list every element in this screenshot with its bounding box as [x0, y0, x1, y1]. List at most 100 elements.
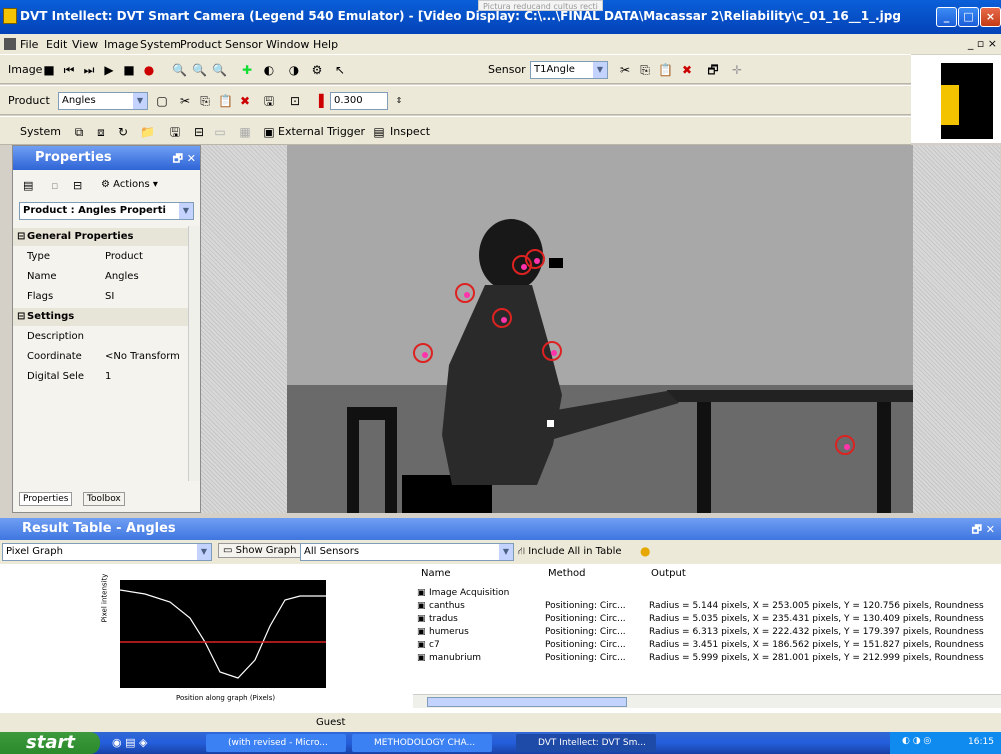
- task-methodology[interactable]: METHODOLOGY CHA...: [352, 734, 492, 752]
- menu-view[interactable]: View: [72, 38, 98, 51]
- mdi-controls[interactable]: _ ▫ ×: [968, 37, 997, 50]
- save-icon[interactable]: 🖫: [168, 125, 182, 139]
- pointer-icon[interactable]: ↖: [333, 63, 347, 77]
- actions-menu[interactable]: ⚙ Actions ▾: [101, 179, 158, 190]
- system-tool-icon[interactable]: ⧉: [72, 125, 86, 139]
- window-titlebar[interactable]: DVT Intellect: DVT Smart Camera (Legend …: [0, 0, 1001, 34]
- property-object-select[interactable]: Product : Angles Properti ▼: [19, 202, 194, 220]
- first-frame-icon[interactable]: ⏮: [62, 63, 76, 77]
- menu-window[interactable]: Window: [266, 38, 309, 51]
- settings-section[interactable]: ⊟ Settings: [13, 308, 188, 326]
- menu-help[interactable]: Help: [313, 38, 338, 51]
- table-row[interactable]: ▣ canthus Positioning: Circ... Radius = …: [413, 601, 1001, 613]
- network-icon[interactable]: ⊟: [192, 125, 206, 139]
- tray-icons[interactable]: ◐ ◑ ◎: [902, 736, 931, 746]
- grid-icon[interactable]: ⊟: [73, 179, 82, 192]
- marker-humerus[interactable]: [413, 343, 433, 363]
- panel-controls[interactable]: 🗗 ✕: [173, 150, 196, 169]
- marker-shoulder[interactable]: [492, 308, 512, 328]
- capture-icon[interactable]: ⊡: [288, 94, 302, 108]
- menu-file[interactable]: File: [20, 38, 38, 51]
- camera-icon[interactable]: ■: [42, 63, 56, 77]
- table-row[interactable]: ▣ manubrium Positioning: Circ... Radius …: [413, 653, 1001, 665]
- grid-icon[interactable]: ▦: [238, 125, 252, 139]
- menu-image[interactable]: Image: [104, 38, 138, 51]
- property-row[interactable]: Description: [13, 328, 188, 346]
- new-product-icon[interactable]: ▢: [155, 94, 169, 108]
- stop-icon[interactable]: ■: [122, 63, 136, 77]
- flag-icon[interactable]: ▐: [312, 94, 326, 108]
- menu-sensor[interactable]: Sensor: [225, 38, 263, 51]
- refresh-icon[interactable]: ↻: [116, 125, 130, 139]
- help-icon[interactable]: ●: [640, 544, 650, 558]
- trigger-icon[interactable]: ▣: [262, 125, 276, 139]
- menu-edit[interactable]: Edit: [46, 38, 67, 51]
- contrast-icon[interactable]: ◐: [262, 63, 276, 77]
- tab-toolbox[interactable]: Toolbox: [83, 492, 125, 506]
- property-row[interactable]: Flags SI: [13, 288, 188, 306]
- next-frame-icon[interactable]: ⏭: [82, 63, 96, 77]
- general-section[interactable]: ⊟ General Properties: [13, 228, 188, 246]
- add-icon[interactable]: ✛: [730, 63, 744, 77]
- delete-icon[interactable]: ✖: [238, 94, 252, 108]
- marker-reference[interactable]: [835, 435, 855, 455]
- task-word-document[interactable]: (with revised - Micro...: [206, 734, 346, 752]
- quick-launch-icons[interactable]: ◉ ▤ ◈: [112, 736, 147, 749]
- property-row[interactable]: Type Product: [13, 248, 188, 266]
- camera-image[interactable]: [287, 145, 913, 513]
- column-header-output[interactable]: Output: [651, 568, 686, 579]
- paste-icon[interactable]: 📋: [218, 94, 233, 108]
- paste-icon[interactable]: 📋: [658, 63, 673, 77]
- start-button[interactable]: start: [0, 732, 100, 754]
- save-icon[interactable]: 🖫: [262, 94, 276, 108]
- system-tool-icon[interactable]: ⧈: [94, 125, 108, 139]
- external-trigger-button[interactable]: External Trigger: [278, 125, 365, 138]
- record-icon[interactable]: ●: [142, 63, 156, 77]
- property-row[interactable]: Digital Sele 1: [13, 368, 188, 386]
- folder-icon[interactable]: 📁: [140, 125, 155, 139]
- panel-controls[interactable]: 🗗 ✕: [972, 521, 995, 540]
- delete-icon[interactable]: ✖: [680, 63, 694, 77]
- copy-icon[interactable]: ⎘: [198, 94, 212, 108]
- zoom-in-icon[interactable]: 🔍: [172, 63, 187, 77]
- property-row[interactable]: Name Angles: [13, 268, 188, 286]
- pan-icon[interactable]: ✚: [240, 63, 254, 77]
- table-row[interactable]: ▣ humerus Positioning: Circ... Radius = …: [413, 627, 1001, 639]
- properties-scrollbar[interactable]: [188, 226, 200, 481]
- close-button[interactable]: ×: [980, 7, 1001, 27]
- show-graph-button[interactable]: ▭ Show Graph: [218, 543, 302, 558]
- sensors-select[interactable]: All Sensors ▼: [300, 543, 514, 561]
- column-header-name[interactable]: Name: [421, 568, 451, 579]
- include-all-button[interactable]: ⛙ Include All in Table: [518, 546, 622, 559]
- product-select[interactable]: Angles ▼: [58, 92, 148, 110]
- menu-product[interactable]: Product: [180, 38, 222, 51]
- marker-tradus[interactable]: [525, 249, 545, 269]
- graph-type-select[interactable]: Pixel Graph ▼: [2, 543, 212, 561]
- column-header-method[interactable]: Method: [548, 568, 586, 579]
- marker-manubrium[interactable]: [542, 341, 562, 361]
- properties-icon[interactable]: 🗗: [706, 63, 720, 77]
- table-row[interactable]: ▣ c7 Positioning: Circ... Radius = 3.451…: [413, 640, 1001, 652]
- sensor-select[interactable]: T1Angle ▼: [530, 61, 608, 79]
- menu-system[interactable]: System: [140, 38, 181, 51]
- settings-icon[interactable]: ⚙: [310, 63, 324, 77]
- sort-icon[interactable]: ▫: [51, 179, 58, 192]
- tab-properties[interactable]: Properties: [19, 492, 73, 506]
- marker-c7[interactable]: [455, 283, 475, 303]
- cut-icon[interactable]: ✂: [618, 63, 632, 77]
- minimize-button[interactable]: _: [936, 7, 957, 27]
- inspect-button[interactable]: Inspect: [390, 125, 430, 138]
- document-icon[interactable]: [4, 38, 16, 50]
- table-row[interactable]: ▣ Image Acquisition: [413, 588, 1001, 600]
- categorize-icon[interactable]: ▤: [23, 179, 33, 192]
- maximize-button[interactable]: □: [958, 7, 979, 27]
- property-row[interactable]: Coordinate <No Transform: [13, 348, 188, 366]
- table-row[interactable]: ▣ tradus Positioning: Circ... Radius = 5…: [413, 614, 1001, 626]
- brightness-icon[interactable]: ◑: [287, 63, 301, 77]
- spinner-icon[interactable]: ⇕: [392, 94, 406, 108]
- play-icon[interactable]: ▶: [102, 63, 116, 77]
- cut-icon[interactable]: ✂: [178, 94, 192, 108]
- zoom-input[interactable]: 0.300: [330, 92, 388, 110]
- copy-icon[interactable]: ⎘: [638, 63, 652, 77]
- disabled-icon[interactable]: ▭: [213, 125, 227, 139]
